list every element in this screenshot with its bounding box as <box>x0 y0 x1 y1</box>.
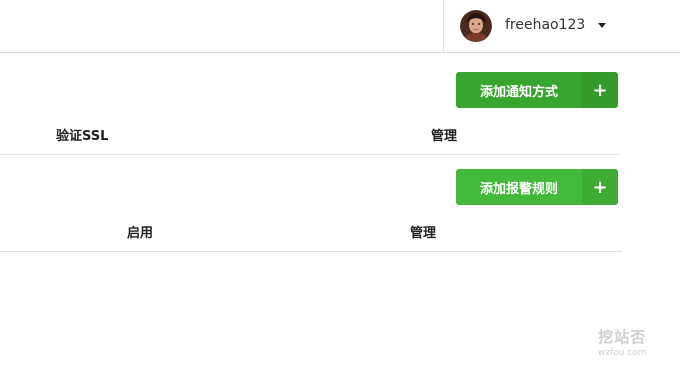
add-alert-rule-label: 添加报警规则 <box>479 181 558 197</box>
top-bar: freehao123 <box>0 0 680 53</box>
watermark-title: 挖站否 <box>598 329 647 346</box>
column-header-verify-ssl: 验证SSL <box>56 129 109 144</box>
column-header-manage: 管理 <box>431 129 458 144</box>
user-avatar-icon[interactable] <box>460 10 492 42</box>
add-notification-method-label: 添加通知方式 <box>479 84 558 100</box>
watermark-url: wzfou.com <box>598 348 647 358</box>
column-header-manage: 管理 <box>410 226 437 241</box>
plus-icon: + <box>582 72 618 108</box>
table-divider <box>0 251 622 252</box>
add-notification-method-button[interactable]: 添加通知方式 + <box>456 72 618 108</box>
user-menu[interactable]: freehao123 <box>443 0 680 52</box>
table-divider <box>0 154 620 155</box>
watermark: 挖站否 wzfou.com <box>598 326 647 358</box>
caret-down-icon[interactable] <box>598 23 606 28</box>
plus-icon: + <box>582 169 618 205</box>
add-alert-rule-button[interactable]: 添加报警规则 + <box>456 169 618 205</box>
username-label[interactable]: freehao123 <box>505 17 585 33</box>
column-header-enabled: 启用 <box>127 226 154 241</box>
